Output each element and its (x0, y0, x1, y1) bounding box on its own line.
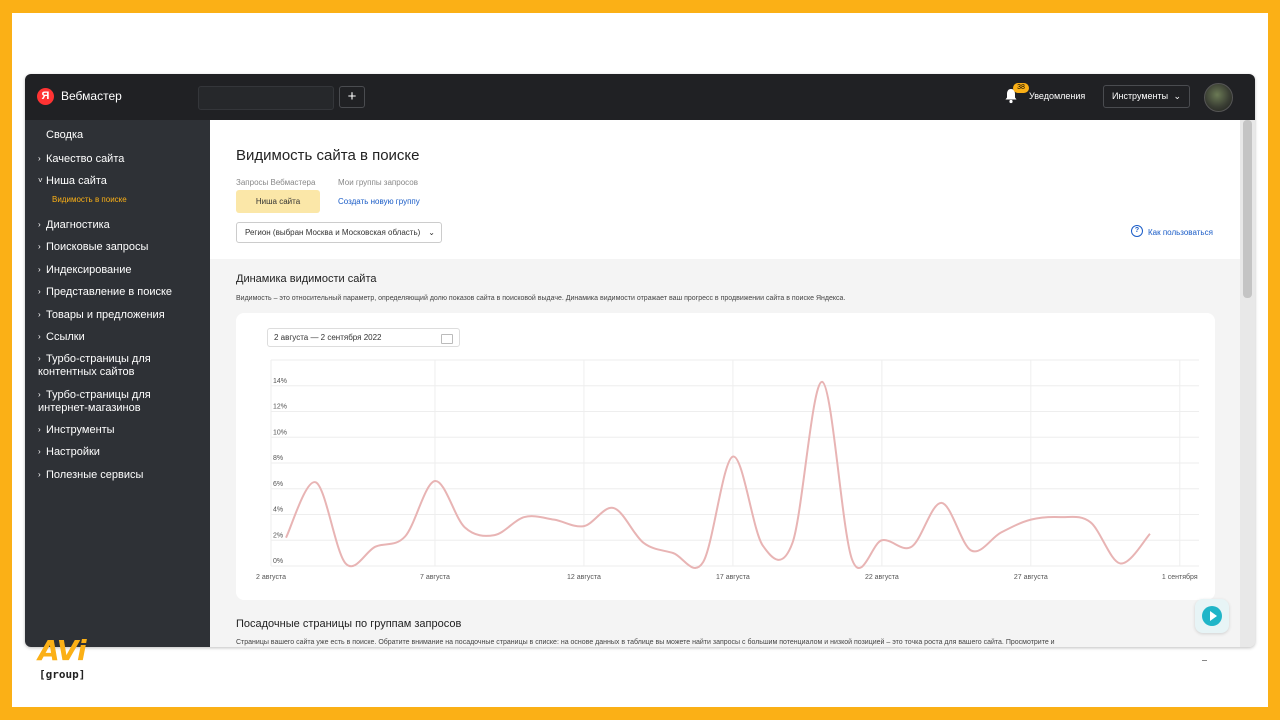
avatar[interactable] (1204, 83, 1233, 112)
chevron-right-icon: › (38, 310, 41, 319)
landing-pages-description: Страницы вашего сайта уже есть в поиске.… (236, 639, 1055, 646)
tab-webmaster-queries[interactable]: Запросы Вебмастера (236, 178, 315, 187)
y-tick-label: 6% (273, 481, 283, 488)
x-tick-label: 12 августа (567, 574, 601, 581)
help-link[interactable]: Как пользоваться (1148, 228, 1213, 237)
sidebar-item-label: Поисковые запросы (46, 241, 149, 253)
chevron-right-icon: › (38, 470, 41, 479)
sidebar-item-label: Индексирование (46, 264, 132, 276)
chevron-down-icon: ⌄ (1173, 91, 1181, 101)
sidebar-item-label: Диагностика (46, 219, 110, 231)
chevron-right-icon: › (38, 390, 41, 399)
sidebar-item-niche[interactable]: ˅ Ниша сайта (38, 174, 203, 188)
browser-window: Я Вебмастер + 38 Уведомления Инструменты… (25, 74, 1255, 647)
sidebar-item-label: Качество сайта (46, 153, 125, 165)
chevron-right-icon: › (38, 425, 41, 434)
region-select[interactable]: Регион (выбран Москва и Московская облас… (236, 222, 442, 243)
brand-title[interactable]: Вебмастер (61, 89, 122, 103)
add-site-button[interactable]: + (339, 86, 365, 108)
date-range-value: 2 августа — 2 сентября 2022 (274, 333, 382, 342)
sidebar-item-useful-services[interactable]: › Полезные сервисы (38, 468, 203, 482)
avi-logo-text: AVi (38, 634, 87, 667)
avi-logo-group: [group] (39, 668, 86, 681)
sidebar-item-label: Ссылки (46, 331, 85, 343)
top-bar: Я Вебмастер + 38 Уведомления Инструменты… (25, 74, 1255, 120)
x-tick-label: 22 августа (865, 574, 899, 581)
sidebar-item-search-queries[interactable]: › Поисковые запросы (38, 240, 203, 254)
y-tick-label: 8% (273, 455, 283, 462)
dynamics-description: Видимость – это относительный параметр, … (236, 295, 846, 302)
header-panel: Видимость сайта в поиске Запросы Вебмаст… (210, 120, 1240, 259)
y-tick-label: 0% (273, 558, 283, 565)
sidebar-item-links[interactable]: › Ссылки (38, 330, 203, 344)
sidebar-item-summary[interactable]: Сводка (38, 129, 203, 142)
notifications-link[interactable]: Уведомления (1029, 91, 1085, 101)
chart-card: 0% 2% 4% 6% 8% 10% 12% 14% 2 августа 7 августа 12 … (236, 313, 1215, 600)
scrollbar[interactable] (1240, 120, 1255, 647)
site-selector[interactable] (198, 86, 334, 110)
y-tick-label: 10% (273, 429, 287, 436)
sidebar: Сводка › Качество сайта ˅ Ниша сайта Видим… (25, 120, 210, 647)
sidebar-item-indexing[interactable]: › Индексирование (38, 263, 203, 277)
sidebar-item-products[interactable]: › Товары и предложения (38, 308, 203, 322)
sidebar-item-label: Турбо-страницы для интернет-магазинов (38, 389, 151, 414)
chevron-down-icon: ˅ (38, 176, 43, 185)
region-select-value: Регион (выбран Москва и Московская облас… (245, 228, 421, 237)
sidebar-item-search-appearance[interactable]: › Представление в поиске (38, 285, 203, 299)
yandex-logo-icon[interactable]: Я (37, 88, 54, 105)
x-tick-label: 17 августа (716, 574, 750, 581)
chat-assistant-button[interactable] (1195, 599, 1229, 633)
x-tick-label: 27 августа (1014, 574, 1048, 581)
y-tick-label: 12% (273, 404, 287, 411)
y-tick-label: 4% (273, 507, 283, 514)
x-tick-label: 7 августа (420, 574, 450, 581)
tab-my-query-groups[interactable]: Мои группы запросов (338, 178, 418, 187)
sidebar-item-label: Представление в поиске (46, 286, 173, 298)
create-group-link[interactable]: Создать новую группу (338, 197, 420, 206)
scroll-thumb[interactable] (1243, 120, 1252, 298)
chevron-right-icon: › (38, 332, 41, 341)
niche-button[interactable]: Ниша сайта (236, 190, 320, 213)
sidebar-item-label: Настройки (46, 446, 100, 458)
chevron-right-icon: › (38, 265, 41, 274)
date-range-picker[interactable]: 2 августа — 2 сентября 2022 (267, 328, 460, 347)
chevron-right-icon: › (38, 354, 41, 363)
sidebar-item-label: Турбо-страницы для контентных сайтов (38, 353, 151, 378)
sidebar-subitem-visibility[interactable]: Видимость в поиске (52, 195, 127, 204)
landing-pages-title: Посадочные страницы по группам запросов (236, 618, 462, 630)
sidebar-item-turbo-content[interactable]: › Турбо-страницы для контентных сайтов (38, 352, 168, 379)
help-circle-icon[interactable]: ? (1131, 225, 1143, 237)
visibility-chart: 0% 2% 4% 6% 8% 10% 12% 14% 2 августа 7 августа 12 … (256, 359, 1199, 581)
sidebar-item-label: Сводка (46, 129, 84, 141)
chevron-right-icon: › (38, 447, 41, 456)
avi-group-logo: AVi [group] (38, 637, 100, 687)
tools-dropdown[interactable]: Инструменты ⌄ (1103, 85, 1190, 108)
chevron-right-icon: › (38, 220, 41, 229)
notifications-badge: 38 (1013, 83, 1029, 93)
sidebar-item-label: Ниша сайта (46, 175, 107, 187)
chevron-right-icon: › (38, 242, 41, 251)
chat-assistant-icon (1202, 606, 1222, 626)
sidebar-item-label: Товары и предложения (46, 309, 165, 321)
page-title: Видимость сайта в поиске (236, 147, 420, 164)
chevron-right-icon: › (38, 154, 41, 163)
sidebar-item-tools[interactable]: › Инструменты (38, 423, 203, 437)
divider (1202, 660, 1207, 661)
main-content: Видимость сайта в поиске Запросы Вебмаст… (210, 120, 1240, 647)
sidebar-item-label: Полезные сервисы (46, 469, 144, 481)
y-tick-label: 2% (273, 532, 283, 539)
chevron-right-icon: › (38, 287, 41, 296)
sidebar-item-quality[interactable]: › Качество сайта (38, 152, 203, 166)
sidebar-item-turbo-shops[interactable]: › Турбо-страницы для интернет-магазинов (38, 388, 168, 415)
x-tick-label: 2 августа (256, 574, 286, 581)
calendar-icon (441, 334, 453, 344)
sidebar-item-label: Инструменты (46, 424, 115, 436)
chevron-down-icon: ⌄ (428, 228, 435, 237)
y-tick-label: 14% (273, 378, 287, 385)
sidebar-item-settings[interactable]: › Настройки (38, 445, 203, 459)
sidebar-item-diagnostics[interactable]: › Диагностика (38, 218, 203, 232)
x-tick-label: 1 сентября (1162, 573, 1198, 581)
dynamics-title: Динамика видимости сайта (236, 273, 377, 285)
tools-label: Инструменты (1112, 91, 1169, 101)
